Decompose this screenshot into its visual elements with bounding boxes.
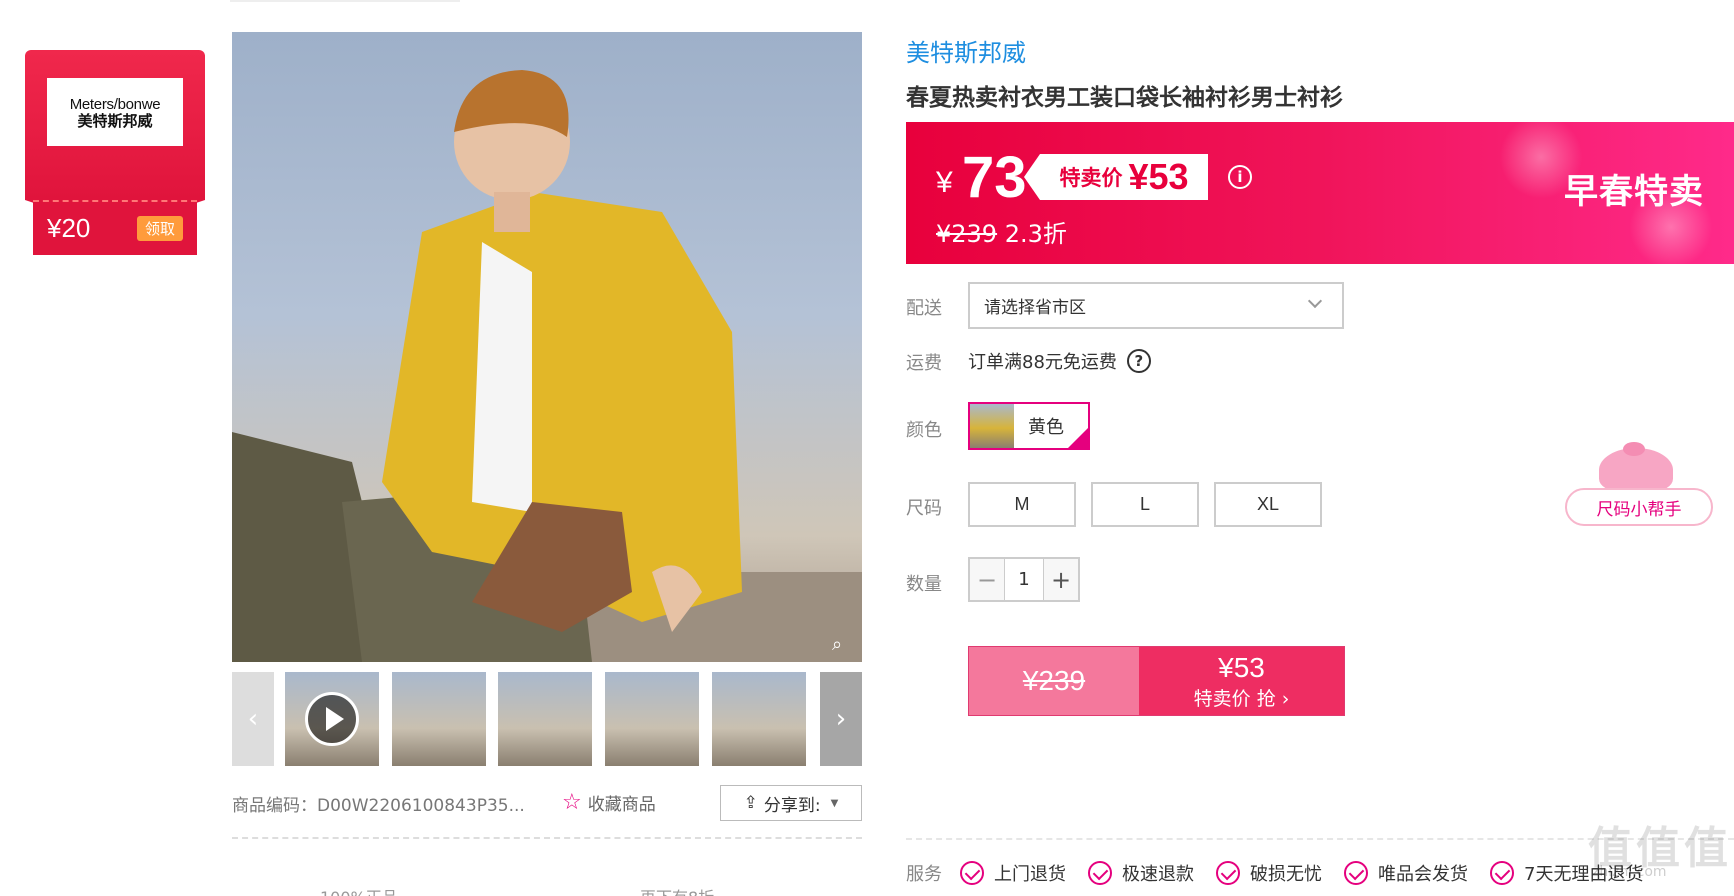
coupon-amount: ¥20 (47, 213, 91, 243)
service-label: 服务 (906, 864, 942, 885)
delivery-label: 配送 (906, 298, 942, 319)
color-thumbnail (970, 404, 1014, 448)
special-price-value: ¥53 (1128, 156, 1189, 197)
thumbnail-strip: ‹ › (232, 672, 862, 766)
product-title: 春夏热卖衬衣男工装口袋长袖衬衫男士衬衫 (906, 85, 1343, 111)
chevron-left-icon: ‹ (247, 704, 259, 734)
current-price: 73 (962, 145, 1027, 210)
check-circle-icon (1216, 861, 1240, 885)
watermark-site: zhizhi.com (1592, 864, 1667, 880)
service-item-label: 上门退货 (994, 864, 1066, 885)
size-helper-button[interactable]: 尺码小帮手 (1565, 488, 1713, 526)
price-banner: ¥ 73 特卖价 ¥53 i ¥239 2.3折 早春特卖 (906, 122, 1734, 264)
brand-logo: Meters/bonwe 美特斯邦威 (47, 78, 183, 146)
buy-action-label: 特卖价 抢 › (1193, 687, 1290, 710)
color-label: 颜色 (906, 420, 942, 441)
service-item-label: 极速退款 (1122, 864, 1194, 885)
region-select-placeholder: 请选择省市区 (984, 298, 1086, 318)
service-item-label: 唯品会发货 (1378, 864, 1468, 885)
quantity-stepper: − 1 + (968, 557, 1080, 602)
size-option-m[interactable]: M (968, 482, 1076, 527)
help-icon[interactable]: ? (1126, 349, 1151, 373)
claim-coupon-button[interactable]: 领取 (136, 216, 183, 241)
decrement-button[interactable]: − (970, 559, 1004, 600)
buy-button[interactable]: ¥239 ¥53 特卖价 抢 › (968, 646, 1345, 716)
region-select[interactable]: 请选择省市区 (968, 282, 1344, 329)
info-icon[interactable]: i (1228, 165, 1252, 189)
share-dropdown[interactable]: ⇪ 分享到: ▼ (720, 785, 862, 821)
product-photo (232, 70, 862, 662)
price-currency: ¥ (936, 166, 953, 199)
product-sku: 商品编码：D00W2206100843P35... (232, 796, 525, 816)
buy-price: ¥53 (1218, 651, 1265, 683)
size-option-l[interactable]: L (1091, 482, 1199, 527)
coupon-header: Meters/bonwe 美特斯邦威 (25, 50, 205, 230)
share-label: 分享到: (763, 795, 821, 816)
top-divider (230, 0, 460, 2)
thumbnail-image[interactable] (712, 672, 806, 766)
brand-link[interactable]: 美特斯邦威 (906, 33, 1026, 68)
check-circle-icon (960, 861, 984, 885)
thumbnail-video[interactable] (285, 672, 379, 766)
coupon-footer: ¥20 领取 (33, 200, 197, 255)
size-label: 尺码 (906, 498, 942, 519)
mascot-icon (1599, 442, 1673, 492)
selected-check-icon (1068, 428, 1088, 448)
share-icon: ⇪ (743, 793, 758, 813)
service-item: 唯品会发货 (1344, 860, 1468, 886)
freight-info: 订单满88元免运费 ? (968, 348, 1151, 374)
zoom-icon[interactable]: ⌕ (832, 634, 854, 656)
chevron-down-icon (1307, 293, 1323, 309)
quantity-input[interactable]: 1 (1004, 559, 1044, 600)
original-price: ¥239 (936, 220, 998, 248)
guarantee-peek: 100%正品 (320, 884, 398, 896)
check-circle-icon (1490, 861, 1514, 885)
service-item: 上门退货 (960, 860, 1066, 886)
promo-label: 早春特卖 (1564, 172, 1704, 212)
brand-logo-en: Meters/bonwe (69, 95, 161, 113)
service-item: 破损无忧 (1216, 860, 1322, 886)
divider (232, 837, 862, 839)
product-meta-row: 商品编码：D00W2206100843P35... ☆ 收藏商品 ⇪ 分享到: … (232, 785, 862, 821)
discount-rate: 2.3折 (1004, 220, 1067, 248)
guarantee-peek: 再下有8折 (640, 884, 714, 896)
thumbnail-image[interactable] (498, 672, 592, 766)
size-option-xl[interactable]: XL (1214, 482, 1322, 527)
special-price-label: 特卖价 (1059, 166, 1123, 190)
service-item-label: 破损无忧 (1250, 864, 1322, 885)
buy-original-price: ¥239 (969, 647, 1139, 715)
check-circle-icon (1088, 861, 1112, 885)
color-name: 黄色 (1028, 417, 1064, 438)
original-price-row: ¥239 2.3折 (936, 214, 1067, 249)
special-price-tag: 特卖价 ¥53 (1024, 154, 1208, 200)
size-helper[interactable]: 尺码小帮手 (1565, 442, 1713, 528)
freight-label: 运费 (906, 353, 942, 374)
thumbnail-image[interactable] (392, 672, 486, 766)
service-list: 服务 上门退货 极速退款 破损无忧 唯品会发货 7天无理由退货 (906, 860, 1665, 886)
check-circle-icon (1344, 861, 1368, 885)
service-item: 极速退款 (1088, 860, 1194, 886)
buy-now-area[interactable]: ¥53 特卖价 抢 › (1139, 647, 1344, 715)
play-icon[interactable] (305, 692, 359, 746)
favorite-label: 收藏商品 (587, 795, 656, 815)
quantity-label: 数量 (906, 574, 942, 595)
star-icon: ☆ (562, 789, 582, 815)
color-option-yellow[interactable]: 黄色 (968, 402, 1090, 450)
thumbnail-image[interactable] (605, 672, 699, 766)
thumbnail-prev-button[interactable]: ‹ (232, 672, 274, 766)
favorite-button[interactable]: ☆ 收藏商品 (562, 790, 656, 815)
brand-logo-cn: 美特斯邦威 (77, 111, 153, 130)
brand-coupon[interactable]: Meters/bonwe 美特斯邦威 ¥20 领取 (25, 50, 205, 255)
caret-down-icon: ▼ (830, 797, 839, 809)
increment-button[interactable]: + (1044, 559, 1078, 600)
chevron-right-icon: › (835, 704, 847, 734)
thumbnail-next-button[interactable]: › (820, 672, 862, 766)
main-product-image[interactable]: ⌕ (232, 32, 862, 662)
freight-text: 订单满88元免运费 (968, 352, 1117, 373)
